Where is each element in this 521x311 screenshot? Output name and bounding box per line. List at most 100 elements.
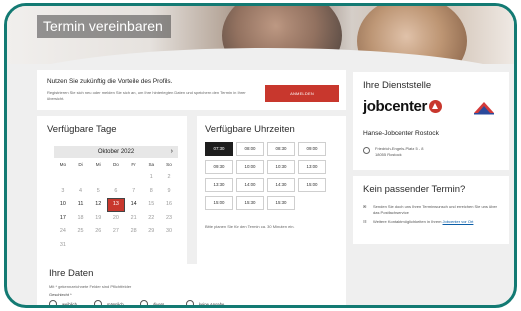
time-slot[interactable]: 09:00 [298, 142, 326, 156]
radio-button[interactable] [94, 300, 102, 305]
time-slot[interactable]: 07:30 [205, 142, 233, 156]
calendar-day: 30 [165, 228, 172, 234]
no-appointment-item1: Senden Sie doch uns Ihren Terminwunsch u… [373, 204, 498, 215]
no-appointment-item2-text: Weitere Kontaktmöglichkeiten in Ihrem [373, 219, 443, 224]
office-name: Hanse-Jobcenter Rostock [363, 130, 439, 137]
radio-label: keine Angabe [199, 301, 225, 307]
calendar-day: 31 [59, 241, 66, 248]
calendar-day: 4 [79, 187, 83, 194]
time-slot[interactable]: 08:30 [267, 142, 295, 156]
calendar-day[interactable]: 12 [89, 198, 107, 212]
weekday-label: Fr [131, 162, 136, 167]
no-appointment-heading: Kein passender Termin? [363, 184, 466, 195]
calendar-day[interactable]: 13 [107, 198, 125, 212]
calendar-day: 18 [77, 214, 84, 221]
location-pin-icon [363, 147, 370, 154]
office-panel: Ihre Dienststelle jobcenter Hanse-Jobcen… [353, 72, 509, 170]
calendar-day[interactable]: 10 [54, 198, 72, 212]
calendar-empty-cell [72, 171, 90, 185]
salutation-option[interactable]: keine Angabe [186, 300, 231, 307]
no-appointment-list: ✉ Senden Sie doch uns Ihren Terminwunsch… [363, 204, 499, 228]
time-slot[interactable]: 15:00 [298, 178, 326, 192]
page-title: Termin vereinbaren [37, 15, 171, 38]
salutation-radio-group: weiblich männlich divers keine Angabe [49, 300, 231, 307]
your-data-heading: Ihre Daten [49, 268, 94, 279]
list-item: ☷ Weitere Kontaktmöglichkeiten in Ihrem … [363, 219, 499, 225]
calendar-day: 7 [132, 187, 136, 194]
calendar-day: 25 [77, 228, 84, 234]
time-slot[interactable]: 15:00 [205, 196, 233, 210]
list-item: ✉ Senden Sie doch uns Ihren Terminwunsch… [363, 204, 499, 216]
time-note: Bitte planen Sie für den Termin ca. 30 M… [205, 224, 295, 229]
calendar-empty-cell [107, 239, 125, 253]
time-slot[interactable]: 15:30 [267, 196, 295, 210]
time-slot[interactable]: 13:30 [205, 178, 233, 192]
calendar-day: 26 [95, 228, 102, 234]
radio-button[interactable] [186, 300, 194, 305]
time-slot[interactable]: 14:30 [267, 178, 295, 192]
hero-banner: Termin vereinbaren [7, 6, 514, 64]
calendar-day: 21 [130, 214, 137, 221]
available-days-panel: Verfügbare Tage Oktober 2022 › Mo Di Mi Do F… [37, 116, 187, 264]
time-slot[interactable]: 14:00 [236, 178, 264, 192]
calendar-empty-cell [89, 171, 107, 185]
salutation-option[interactable]: divers [140, 300, 186, 305]
office-heading: Ihre Dienststelle [363, 80, 432, 91]
office-address-line2: 18055 Rostock [375, 152, 402, 157]
calendar-empty-cell [142, 239, 160, 253]
available-times-heading: Verfügbare Uhrzeiten [205, 124, 295, 135]
radio-button[interactable] [49, 300, 57, 305]
info-icon: ☷ [363, 219, 367, 224]
agentur-logo-icon [474, 102, 494, 115]
calendar-weekdays: Mo Di Mi Do Fr Sa So [54, 162, 178, 167]
time-slot[interactable]: 13:00 [298, 160, 326, 174]
radio-button[interactable] [140, 300, 148, 305]
salutation-option[interactable]: männlich [94, 300, 140, 305]
calendar-day[interactable]: 17 [54, 212, 72, 226]
jobcenter-logo: jobcenter [363, 98, 442, 115]
calendar-day: 5 [96, 187, 100, 194]
time-slot[interactable]: 09:30 [205, 160, 233, 174]
calendar-header: Oktober 2022 › [54, 146, 178, 158]
your-data-panel: Ihre Daten Mit * gekennzeichnete Felder … [37, 264, 346, 307]
available-days-heading: Verfügbare Tage [47, 124, 117, 135]
calendar-grid: 1 2 3 4 5 6 7 8 9 10 11 12 13 14 15 16 17 18 19 20 21 22 23 24 2… [54, 171, 178, 252]
weekday-label: Do [112, 162, 119, 167]
time-slot[interactable]: 10:30 [267, 160, 295, 174]
salutation-option[interactable]: weiblich [49, 300, 94, 305]
calendar-empty-cell [107, 171, 125, 185]
calendar-day[interactable]: 11 [72, 198, 90, 212]
login-button[interactable]: ANMELDEN [265, 85, 339, 102]
calendar-empty-cell [125, 239, 143, 253]
weekday-label: Mi [95, 162, 101, 167]
available-times-panel: Verfügbare Uhrzeiten 07:30 08:00 08:30 09:0… [197, 116, 346, 264]
calendar-day: 3 [61, 187, 65, 194]
time-slot[interactable]: 08:00 [236, 142, 264, 156]
weekday-label: So [166, 162, 172, 167]
weekday-label: Mo [59, 162, 67, 167]
calendar-empty-cell [160, 239, 178, 253]
no-appointment-panel: Kein passender Termin? ✉ Senden Sie doch… [353, 176, 509, 244]
calendar-day: 2 [167, 174, 171, 180]
calendar-day: 19 [95, 214, 102, 221]
calendar-day: 8 [149, 187, 153, 194]
calendar-empty-cell [72, 239, 90, 253]
time-slot[interactable]: 10:00 [236, 160, 264, 174]
promo-title: Nutzen Sie zukünftig die Vorteile des Pr… [47, 78, 173, 85]
calendar-day: 9 [167, 187, 171, 194]
time-slot[interactable]: 15:30 [236, 196, 264, 210]
jobcenter-local-link[interactable]: Jobcenter vor Ort [443, 219, 474, 224]
mail-icon: ✉ [363, 204, 367, 209]
calendar-day: 22 [148, 214, 155, 221]
jobcenter-mark-icon [428, 100, 442, 113]
calendar-day[interactable]: 14 [125, 198, 143, 212]
time-slot-grid: 07:30 08:00 08:30 09:00 09:30 10:00 10:30 13:00… [205, 142, 326, 210]
calendar-day: 29 [148, 228, 155, 234]
chevron-right-icon[interactable]: › [171, 146, 173, 158]
calendar-day: 20 [112, 214, 119, 221]
salutation-label: Geschlecht * [49, 292, 72, 297]
jobcenter-logo-text: jobcenter [363, 98, 427, 115]
required-fields-hint: Mit * gekennzeichnete Felder sind Pflich… [49, 284, 132, 289]
calendar-empty-cell [125, 171, 143, 185]
calendar-day: 16 [165, 201, 172, 207]
